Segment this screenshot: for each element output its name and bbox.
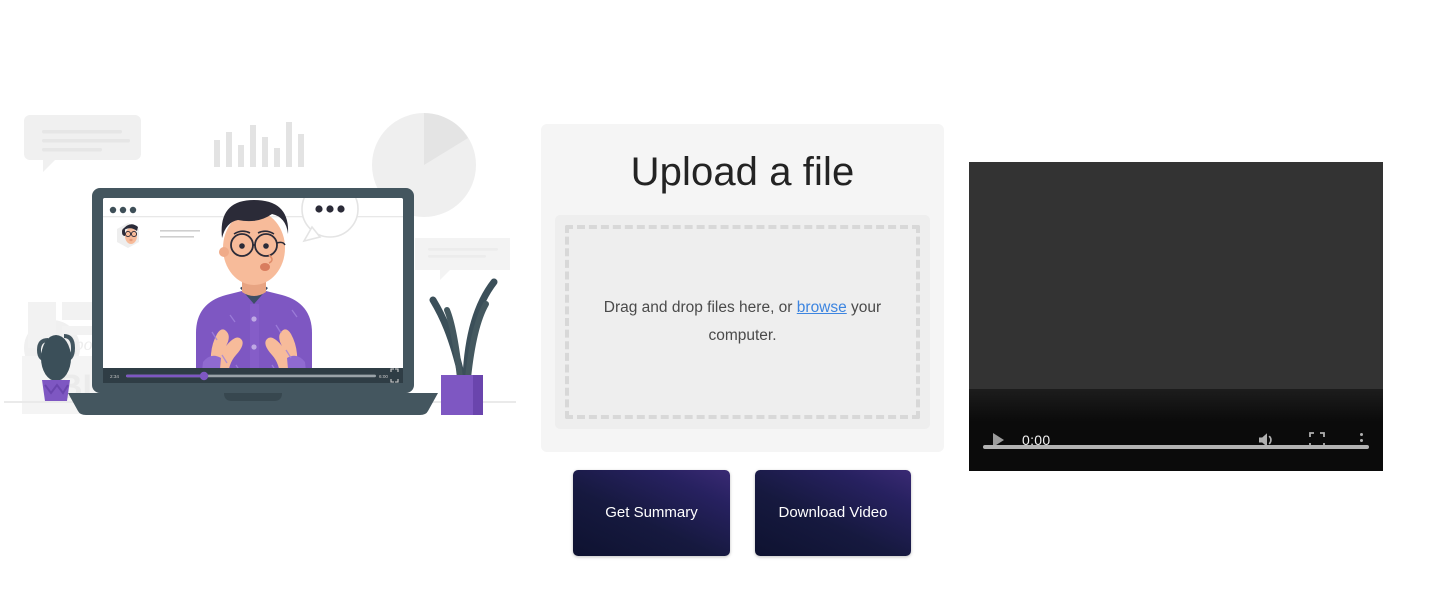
video-player[interactable]: 0:00 bbox=[969, 162, 1383, 471]
dropzone-dashed-border: Drag and drop files here, or browse your… bbox=[565, 225, 920, 419]
cactus-plant bbox=[36, 334, 76, 401]
get-summary-button-label: Get Summary bbox=[605, 504, 698, 522]
download-video-button-label: Download Video bbox=[778, 504, 888, 522]
dropzone-text-before: Drag and drop files here, or bbox=[603, 299, 797, 317]
fullscreen-button[interactable] bbox=[1303, 426, 1331, 454]
browse-link[interactable]: browse bbox=[797, 299, 847, 316]
laptop-video-controls: 2:34 6:00 bbox=[103, 368, 403, 383]
download-video-button[interactable]: Download Video bbox=[755, 470, 911, 556]
more-options-button[interactable] bbox=[1353, 426, 1369, 454]
kebab-menu-icon-dot2 bbox=[1359, 438, 1363, 442]
play-button[interactable] bbox=[983, 426, 1011, 454]
dropzone-instructions: Drag and drop files here, or browse your… bbox=[593, 294, 893, 350]
laptop-current-time: 2:34 bbox=[110, 374, 119, 379]
volume-button[interactable] bbox=[1253, 426, 1281, 454]
video-progress-bar[interactable] bbox=[983, 445, 1369, 449]
video-controls-row: 0:00 bbox=[969, 425, 1383, 455]
video-call-illustration: Typogra BLO bbox=[0, 110, 520, 415]
video-controls-bar: 0:00 bbox=[969, 389, 1383, 471]
page-title: Upload a file bbox=[630, 150, 855, 194]
file-dropzone[interactable]: Drag and drop files here, or browse your… bbox=[555, 215, 930, 429]
potted-plant bbox=[429, 278, 498, 415]
laptop: 2:34 6:00 bbox=[68, 188, 438, 415]
upload-card: Upload a file Drag and drop files here, … bbox=[541, 124, 944, 452]
app-root: Typogra BLO bbox=[0, 0, 1440, 596]
get-summary-button[interactable]: Get Summary bbox=[573, 470, 730, 556]
laptop-total-time: 6:00 bbox=[379, 374, 388, 379]
kebab-menu-icon bbox=[1359, 432, 1363, 436]
